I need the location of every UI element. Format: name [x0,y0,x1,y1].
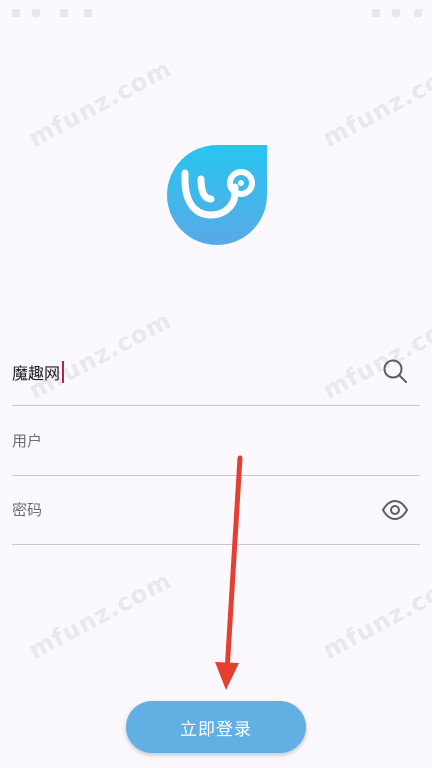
text-cursor [62,361,65,383]
search-input-value: 魔趣网 [12,364,61,383]
status-bar [0,0,432,28]
username-placeholder: 用户 [12,432,43,450]
status-icon [12,9,20,17]
watermark: mfunz.com [24,54,177,153]
login-button[interactable]: 立即登录 [126,701,306,753]
password-placeholder: 密码 [12,501,43,519]
search-icon[interactable] [382,358,408,384]
battery-icon [414,9,422,17]
watermark: mfunz.com [24,566,177,665]
wifi-icon [372,9,380,17]
search-field[interactable]: 魔趣网 [12,336,420,406]
eye-icon[interactable] [382,497,408,523]
status-icon [32,9,40,17]
watermark: mfunz.com [318,54,432,153]
watermark: mfunz.com [318,566,432,665]
status-icon [84,9,92,17]
signal-icon [392,9,400,17]
annotation-arrow [215,455,243,690]
status-icon [60,9,68,17]
app-logo [167,145,267,245]
